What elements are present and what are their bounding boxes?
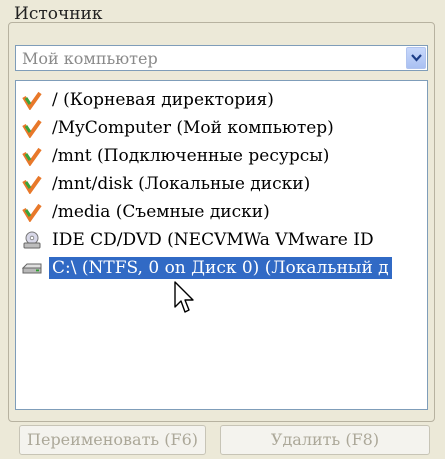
combobox-value: Мой компьютер [22,49,158,68]
list-item-label: /mnt (Подключенные ресурсы) [52,146,330,166]
list-item-label: / (Корневая директория) [52,90,274,110]
source-group-title: Источник [14,4,103,24]
source-combobox[interactable]: Мой компьютер [15,45,428,71]
chevron-down-icon [411,54,422,62]
list-item-label: /mnt/disk (Локальные диски) [52,174,311,194]
folder-check-icon [22,119,42,138]
delete-button[interactable]: Удалить (F8) [220,425,430,455]
list-item-label: C:\ (NTFS, 0 on Диск 0) (Локальный д [49,257,392,279]
folder-check-icon [22,91,42,110]
mouse-cursor-icon [174,281,194,313]
rename-button[interactable]: Переименовать (F6) [19,425,206,455]
list-item-label: IDE CD/DVD (NECVMWa VMware ID [52,230,374,250]
cd-drive-icon [23,231,41,249]
folder-check-icon [22,175,42,194]
combobox-dropdown-button[interactable] [406,47,426,69]
folder-check-icon [22,147,42,166]
list-item-label: /media (Съемные диски) [52,202,270,222]
source-listbox[interactable]: / (Корневая директория) /MyComputer (Мой… [15,80,428,410]
hard-drive-icon [22,263,42,274]
list-item-label: /MyComputer (Мой компьютер) [52,118,334,138]
folder-check-icon [22,203,42,222]
